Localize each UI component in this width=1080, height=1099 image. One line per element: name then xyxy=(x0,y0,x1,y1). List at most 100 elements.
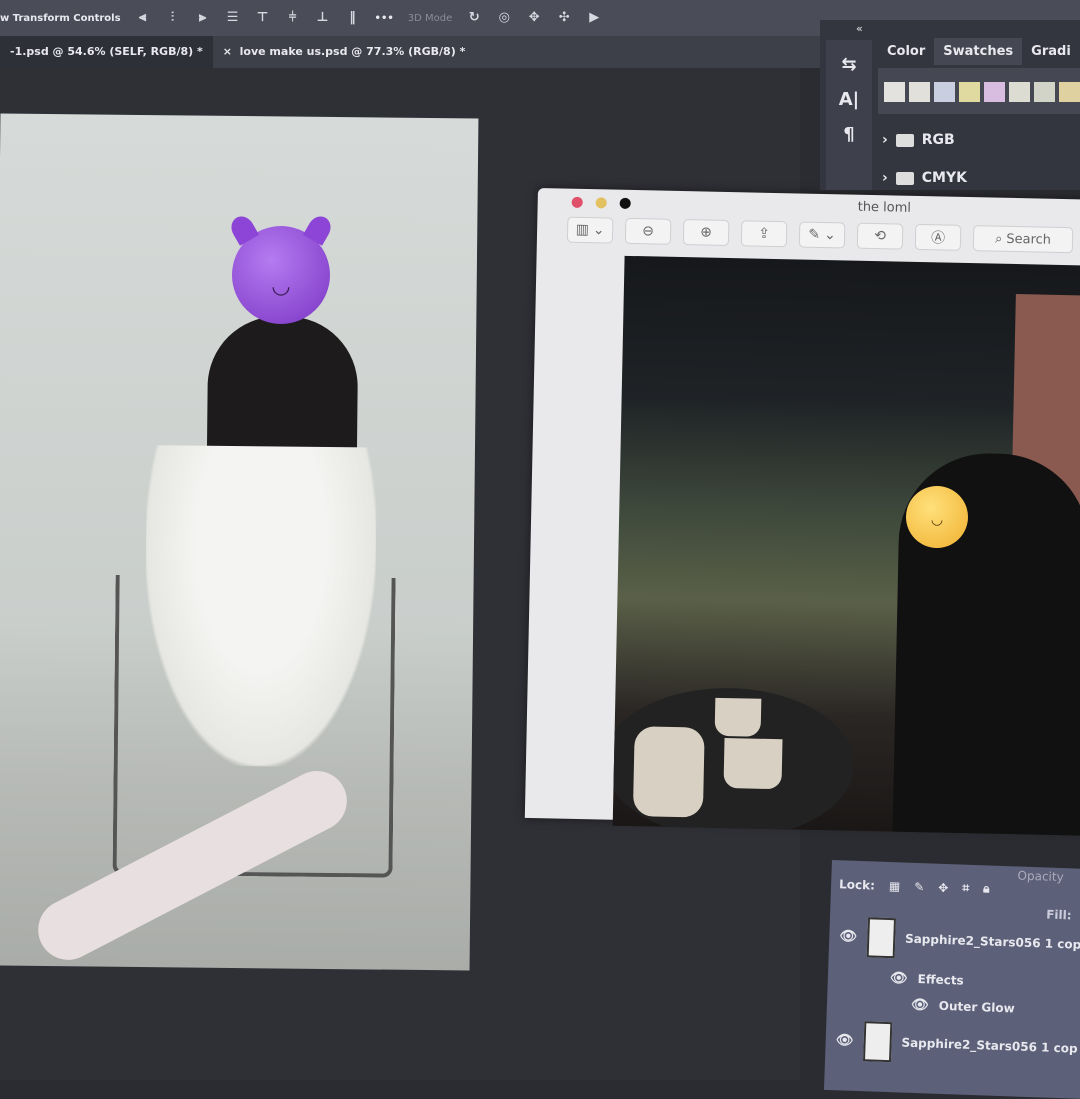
chevron-right-icon: › xyxy=(882,170,888,186)
chevron-right-icon: › xyxy=(882,132,888,148)
align-top-icon[interactable]: ⊤ xyxy=(255,10,271,26)
tab-gradients[interactable]: Gradi xyxy=(1022,38,1080,65)
group-label: CMYK xyxy=(921,170,967,186)
search-field[interactable]: ⌕ Search xyxy=(972,225,1074,254)
swatch[interactable] xyxy=(1059,82,1080,102)
swatch-group-rgb[interactable]: › RGB xyxy=(882,132,955,148)
lock-image-pixels-icon[interactable]: ✎ xyxy=(914,879,925,893)
paragraph-icon[interactable]: ¶ xyxy=(843,124,854,145)
align-right-icon[interactable]: ⫸ xyxy=(195,10,211,26)
lock-artboard-icon[interactable]: ⌗ xyxy=(962,881,969,896)
orbit-icon[interactable]: ↻ xyxy=(466,10,482,26)
layer-row[interactable]: 👁︎ Sapphire2_Stars056 1 cop xyxy=(835,1020,1078,1068)
video-camera-icon[interactable]: ▶ xyxy=(586,10,602,26)
align-left-icon[interactable]: ⫷ xyxy=(135,10,151,26)
markup-circle-icon: Ⓐ xyxy=(930,230,946,247)
swatch-group-cmyk[interactable]: › CMYK xyxy=(882,170,967,186)
rotate-button[interactable]: ⟲ xyxy=(856,222,904,250)
search-icon: ⌕ xyxy=(994,231,1003,247)
eye-icon[interactable]: 👁︎ xyxy=(839,928,857,945)
tab-love-make-us[interactable]: × love make us.psd @ 77.3% (RGB/8) * xyxy=(213,36,476,68)
layer-name: Sapphire2_Stars056 1 cop xyxy=(901,1035,1078,1056)
share-icon: ⇪ xyxy=(758,225,771,242)
annotate-button[interactable]: Ⓐ xyxy=(914,223,962,251)
fill-label: Fill: xyxy=(1045,907,1072,923)
pan-icon[interactable]: ✥ xyxy=(526,10,542,26)
outer-glow-row[interactable]: 👁︎ Outer Glow xyxy=(911,997,1015,1017)
swatch[interactable] xyxy=(884,82,905,102)
right-panel: « ⇆ A| ¶ Color Swatches Gradi › RGB › CMYK xyxy=(820,20,1080,190)
effects-row[interactable]: 👁︎ Effects xyxy=(890,970,964,989)
opacity-label: Opacity xyxy=(1017,868,1064,885)
teacup xyxy=(723,738,783,790)
folder-icon xyxy=(895,171,914,185)
lock-label: Lock: xyxy=(838,876,876,893)
align-middle-icon[interactable]: ⫩ xyxy=(285,10,301,26)
layers-panel: Opacity Lock: ▦ ✎ ✥ ⌗ 🔒︎ Fill: 👁︎ Sapphir… xyxy=(823,860,1080,1099)
history-icon[interactable]: ⇆ xyxy=(841,54,856,75)
zoom-in-button[interactable]: ⊕ xyxy=(682,219,730,247)
tab-label: love make us.psd @ 77.3% (RGB/8) * xyxy=(239,45,466,58)
slide-icon[interactable]: ✣ xyxy=(556,10,572,26)
tab-self-psd[interactable]: -1.psd @ 54.6% (SELF, RGB/8) * xyxy=(0,36,213,68)
close-window-button[interactable] xyxy=(571,196,583,208)
markup-button[interactable]: ✎ ⌄ xyxy=(798,221,846,249)
lock-position-icon[interactable]: ✥ xyxy=(938,880,949,894)
more-options-button[interactable]: ••• xyxy=(375,13,394,24)
preview-window: the loml ▥ ⌄ ⊖ ⊕ ⇪ ✎ ⌄ ⟲ Ⓐ ⌕ Search xyxy=(524,188,1080,836)
zoom-window-button[interactable] xyxy=(619,197,631,209)
recent-swatches xyxy=(878,68,1080,114)
swatch[interactable] xyxy=(1009,82,1030,102)
rotate-icon: ⟲ xyxy=(874,228,887,245)
white-outfit xyxy=(143,445,377,768)
align-center-icon[interactable]: ⫶ xyxy=(165,10,181,26)
eye-icon[interactable]: 👁︎ xyxy=(890,970,908,987)
document-tabs: -1.psd @ 54.6% (SELF, RGB/8) * × love ma… xyxy=(0,36,830,68)
effects-label: Effects xyxy=(917,972,964,988)
close-icon[interactable]: × xyxy=(223,45,232,58)
chevron-down-icon: ⌄ xyxy=(823,227,836,244)
folder-icon xyxy=(895,133,914,147)
share-button[interactable]: ⇪ xyxy=(740,220,788,248)
chevron-down-icon: ⌄ xyxy=(592,222,605,239)
zoom-out-button[interactable]: ⊖ xyxy=(624,217,672,245)
eye-icon[interactable]: 👁︎ xyxy=(911,997,929,1014)
swatch[interactable] xyxy=(1034,82,1055,102)
tab-color[interactable]: Color xyxy=(878,38,934,65)
tab-swatches[interactable]: Swatches xyxy=(934,38,1023,65)
collapse-panel-button[interactable]: « xyxy=(856,22,863,35)
panel-icon-strip: ⇆ A| ¶ xyxy=(826,40,872,190)
search-placeholder: Search xyxy=(1006,231,1052,248)
zoom-out-icon: ⊖ xyxy=(642,223,655,240)
distribute-icon[interactable]: ☰ xyxy=(225,10,241,26)
swatch[interactable] xyxy=(959,82,980,102)
minimize-window-button[interactable] xyxy=(595,197,607,209)
character-icon[interactable]: A| xyxy=(839,89,860,110)
layer-thumbnail xyxy=(866,917,896,959)
layer-row[interactable]: 👁︎ Sapphire2_Stars056 1 cop xyxy=(839,916,1080,964)
distribute-vertical-icon[interactable]: ‖ xyxy=(345,10,361,26)
layer-name: Sapphire2_Stars056 1 cop xyxy=(904,931,1080,952)
show-transform-controls-label[interactable]: w Transform Controls xyxy=(0,13,121,24)
layer-thumbnail xyxy=(862,1021,893,1063)
eye-icon[interactable]: 👁︎ xyxy=(835,1032,853,1049)
panel-tabs: Color Swatches Gradi xyxy=(878,38,1080,65)
group-label: RGB xyxy=(921,132,955,148)
effect-name: Outer Glow xyxy=(938,998,1015,1016)
roll-icon[interactable]: ◎ xyxy=(496,10,512,26)
lock-all-icon[interactable]: 🔒︎ xyxy=(983,881,990,896)
swatch[interactable] xyxy=(909,82,930,102)
swatch[interactable] xyxy=(984,82,1005,102)
align-bottom-icon[interactable]: ⊥ xyxy=(315,10,331,26)
sidebar-icon: ▥ xyxy=(575,221,590,239)
sidebar-toggle-button[interactable]: ▥ ⌄ xyxy=(566,216,614,244)
teapot xyxy=(632,726,705,818)
lock-transparent-pixels-icon[interactable]: ▦ xyxy=(889,879,901,893)
3d-mode-label: 3D Mode xyxy=(407,12,453,24)
swatch[interactable] xyxy=(934,82,955,102)
devil-emoji-icon: ◡ xyxy=(232,226,330,324)
winking-emoji-icon: ◡ xyxy=(906,486,968,548)
pen-icon: ✎ xyxy=(808,226,821,243)
preview-photo-cafe-night xyxy=(612,255,1080,836)
lock-row: Lock: ▦ ✎ ✥ ⌗ 🔒︎ xyxy=(839,876,990,896)
